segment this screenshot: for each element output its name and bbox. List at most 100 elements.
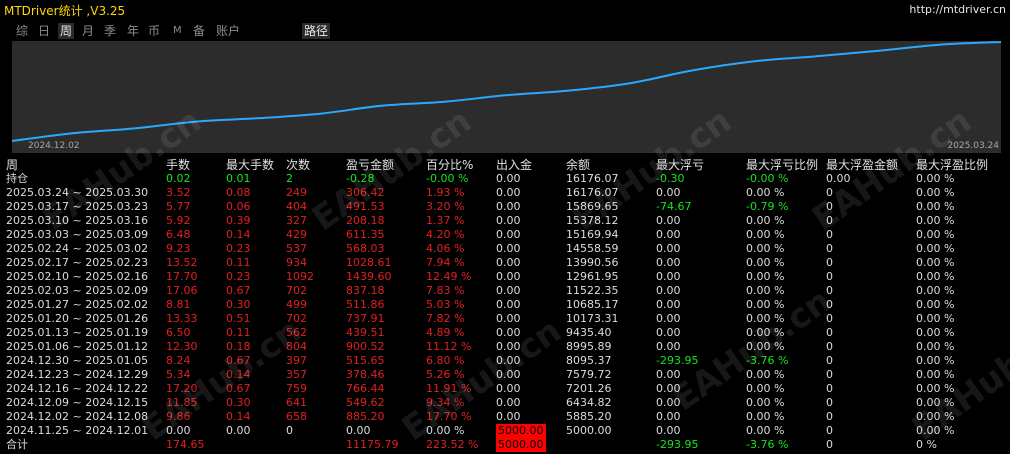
cell-lots: 3.52 bbox=[166, 186, 191, 199]
cell-week: 2024.12.16 ~ 2024.12.22 bbox=[6, 382, 149, 395]
x-axis-end-label: 2025.03.24 bbox=[947, 141, 999, 151]
cell-max-drawdown: 0.00 bbox=[656, 368, 681, 381]
tab-month[interactable]: 月 bbox=[82, 23, 94, 39]
cell-max-floating-profit-pct: 0 % bbox=[916, 438, 937, 451]
cell-pnl: 885.20 bbox=[346, 410, 385, 423]
cell-lots: 5.34 bbox=[166, 368, 191, 381]
cell-balance: 8995.89 bbox=[566, 340, 612, 353]
equity-point bbox=[567, 89, 570, 92]
cell-max-drawdown: 0.00 bbox=[656, 424, 681, 437]
cell-max-floating-profit: 0 bbox=[826, 186, 833, 199]
cell-max-lots: 0.67 bbox=[226, 284, 251, 297]
cell-trades: 759 bbox=[286, 382, 307, 395]
cell-max-drawdown-pct: 0.00 % bbox=[746, 256, 785, 269]
tab-overview[interactable]: 综 bbox=[16, 23, 28, 39]
cell-deposit: 0.00 bbox=[496, 172, 521, 185]
cell-balance: 8095.37 bbox=[566, 354, 612, 367]
tab-m[interactable]: M bbox=[173, 23, 182, 39]
equity-point bbox=[134, 127, 137, 130]
cell-trades: 804 bbox=[286, 340, 307, 353]
cell-balance: 16176.07 bbox=[566, 186, 619, 199]
cell-pnl: 737.91 bbox=[346, 312, 385, 325]
cell-pnl: 611.35 bbox=[346, 228, 385, 241]
cell-max-drawdown: 0.00 bbox=[656, 298, 681, 311]
cell-pnl: 568.03 bbox=[346, 242, 385, 255]
cell-balance: 5885.20 bbox=[566, 410, 612, 423]
table-row: 2025.03.03 ~ 2025.03.09 6.48 0.14 429 611.35… bbox=[0, 228, 1010, 242]
cell-max-floating-profit-pct: 0.00 % bbox=[916, 312, 955, 325]
cell-lots: 13.52 bbox=[166, 256, 198, 269]
cell-pnl: 900.52 bbox=[346, 340, 385, 353]
cell-week: 2025.01.27 ~ 2025.02.02 bbox=[6, 298, 149, 311]
cell-max-lots: 0.14 bbox=[226, 228, 251, 241]
cell-deposit: 0.00 bbox=[496, 228, 521, 241]
tab-currency[interactable]: 币 bbox=[148, 23, 160, 39]
cell-balance: 11522.35 bbox=[566, 284, 619, 297]
tab-note[interactable]: 备 bbox=[193, 23, 205, 39]
cell-week: 合计 bbox=[6, 438, 28, 451]
cell-max-floating-profit: 0 bbox=[826, 228, 833, 241]
table-row: 2024.12.16 ~ 2024.12.22 17.20 0.67 759 766.4… bbox=[0, 382, 1010, 396]
cell-lots: 6.50 bbox=[166, 326, 191, 339]
cell-percent: 4.06 % bbox=[426, 242, 465, 255]
cell-max-floating-profit: 0 bbox=[826, 354, 833, 367]
total-row: 合计 174.65 11175.79 223.52 % 5000.00 -293.95 -3… bbox=[0, 438, 1010, 452]
cell-week: 2025.02.03 ~ 2025.02.09 bbox=[6, 284, 149, 297]
header-pnl: 盈亏金额 bbox=[346, 158, 395, 172]
cell-max-floating-profit-pct: 0.00 % bbox=[916, 354, 955, 367]
cell-lots: 17.06 bbox=[166, 284, 198, 297]
cell-max-floating-profit: 0 bbox=[826, 396, 833, 409]
cell-max-floating-profit-pct: 0.00 % bbox=[916, 228, 955, 241]
cell-lots: 11.85 bbox=[166, 396, 198, 409]
cell-max-lots: 0.51 bbox=[226, 312, 251, 325]
tab-year[interactable]: 年 bbox=[127, 23, 139, 39]
cell-trades: 499 bbox=[286, 298, 307, 311]
cell-percent: 9.34 % bbox=[426, 396, 465, 409]
cell-week: 2025.02.17 ~ 2025.02.23 bbox=[6, 256, 149, 269]
cell-percent: 5.26 % bbox=[426, 368, 465, 381]
cell-max-lots: 0.14 bbox=[226, 368, 251, 381]
equity-curve-svg bbox=[12, 41, 1001, 142]
cell-max-floating-profit: 0 bbox=[826, 438, 833, 451]
cell-percent: 3.20 % bbox=[426, 200, 465, 213]
cell-deposit: 0.00 bbox=[496, 354, 521, 367]
cell-max-drawdown: 0.00 bbox=[656, 382, 681, 395]
cell-max-drawdown-pct: 0.00 % bbox=[746, 270, 785, 283]
cell-balance: 10173.31 bbox=[566, 312, 619, 325]
tab-path[interactable]: 路径 bbox=[302, 23, 331, 39]
cell-deposit: 0.00 bbox=[496, 312, 521, 325]
cell-max-drawdown-pct: -3.76 % bbox=[746, 354, 789, 367]
table-row: 2025.02.10 ~ 2025.02.16 17.70 0.23 1092 1439… bbox=[0, 270, 1010, 284]
tab-week[interactable]: 周 bbox=[58, 23, 75, 39]
cell-max-drawdown-pct: -0.00 % bbox=[746, 172, 789, 185]
equity-point bbox=[629, 82, 631, 85]
cell-max-lots: 0.11 bbox=[226, 326, 251, 339]
equity-point bbox=[814, 55, 817, 58]
tab-quarter[interactable]: 季 bbox=[104, 23, 116, 39]
table-row: 2024.12.30 ~ 2025.01.05 8.24 0.67 397 515.65… bbox=[0, 354, 1010, 368]
cell-percent: 223.52 % bbox=[426, 438, 479, 451]
tab-day[interactable]: 日 bbox=[38, 23, 50, 39]
cell-max-drawdown-pct: 0.00 % bbox=[746, 368, 785, 381]
cell-max-drawdown-pct: 0.00 % bbox=[746, 410, 785, 423]
cell-max-floating-profit-pct: 0.00 % bbox=[916, 214, 955, 227]
cell-lots: 13.33 bbox=[166, 312, 198, 325]
cell-trades: 429 bbox=[286, 228, 307, 241]
cell-max-floating-profit-pct: 0.00 % bbox=[916, 326, 955, 339]
tab-account[interactable]: 账户 bbox=[216, 23, 240, 39]
cell-max-floating-profit-pct: 0.00 % bbox=[916, 368, 955, 381]
cell-max-lots: 0.06 bbox=[226, 200, 251, 213]
cell-deposit: 0.00 bbox=[496, 298, 521, 311]
period-tab-bar: 综 日 周 月 季 年 币 M 备 账户 路径 bbox=[0, 22, 1010, 40]
cell-max-floating-profit: 0 bbox=[826, 424, 833, 437]
cell-percent: -0.00 % bbox=[426, 172, 469, 185]
cell-max-drawdown: 0.00 bbox=[656, 340, 681, 353]
table-row: 2024.12.09 ~ 2024.12.15 11.85 0.30 641 549.6… bbox=[0, 396, 1010, 410]
cell-max-drawdown: 0.00 bbox=[656, 284, 681, 297]
cell-lots: 174.65 bbox=[166, 438, 205, 451]
cell-percent: 5.03 % bbox=[426, 298, 465, 311]
website-link[interactable]: http://mtdriver.cn bbox=[909, 3, 1006, 16]
cell-max-drawdown: -74.67 bbox=[656, 200, 692, 213]
cell-percent: 7.94 % bbox=[426, 256, 465, 269]
cell-max-lots: 0.18 bbox=[226, 340, 251, 353]
